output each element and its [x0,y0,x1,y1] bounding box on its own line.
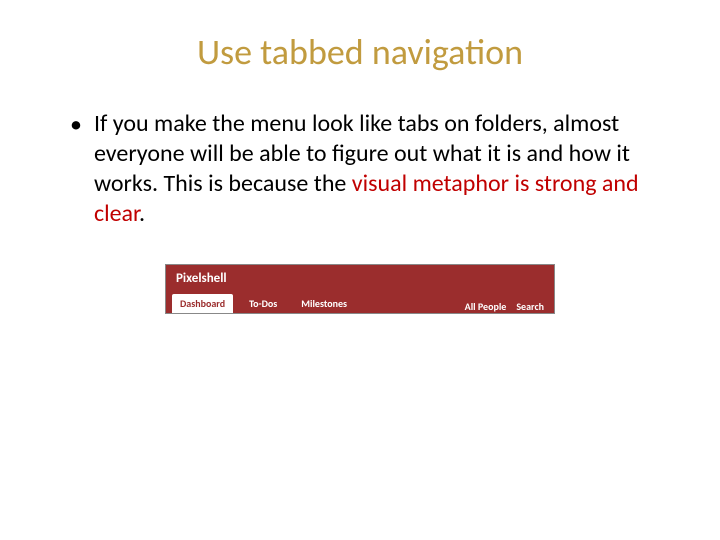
tab-all-people[interactable]: All People [465,300,507,313]
tab-todos[interactable]: To-Dos [241,294,285,313]
bullet-marker: • [70,111,82,140]
nav-tab-bar: Dashboard To-Dos Milestones All People S… [165,292,555,314]
tab-milestones[interactable]: Milestones [293,294,355,313]
tabbed-nav-example: Pixelshell Dashboard To-Dos Milestones A… [165,264,555,314]
nav-tabs-left: Dashboard To-Dos Milestones [172,294,355,313]
slide-title: Use tabbed navigation [60,30,660,74]
bullet-item: • If you make the menu look like tabs on… [70,109,660,229]
nav-tabs-right: All People Search [465,300,548,313]
nav-brand: Pixelshell [165,264,555,292]
tab-search[interactable]: Search [516,300,544,313]
body-text: If you make the menu look like tabs on f… [94,109,660,229]
body-text-part2: . [139,199,145,228]
tab-dashboard[interactable]: Dashboard [172,294,233,313]
